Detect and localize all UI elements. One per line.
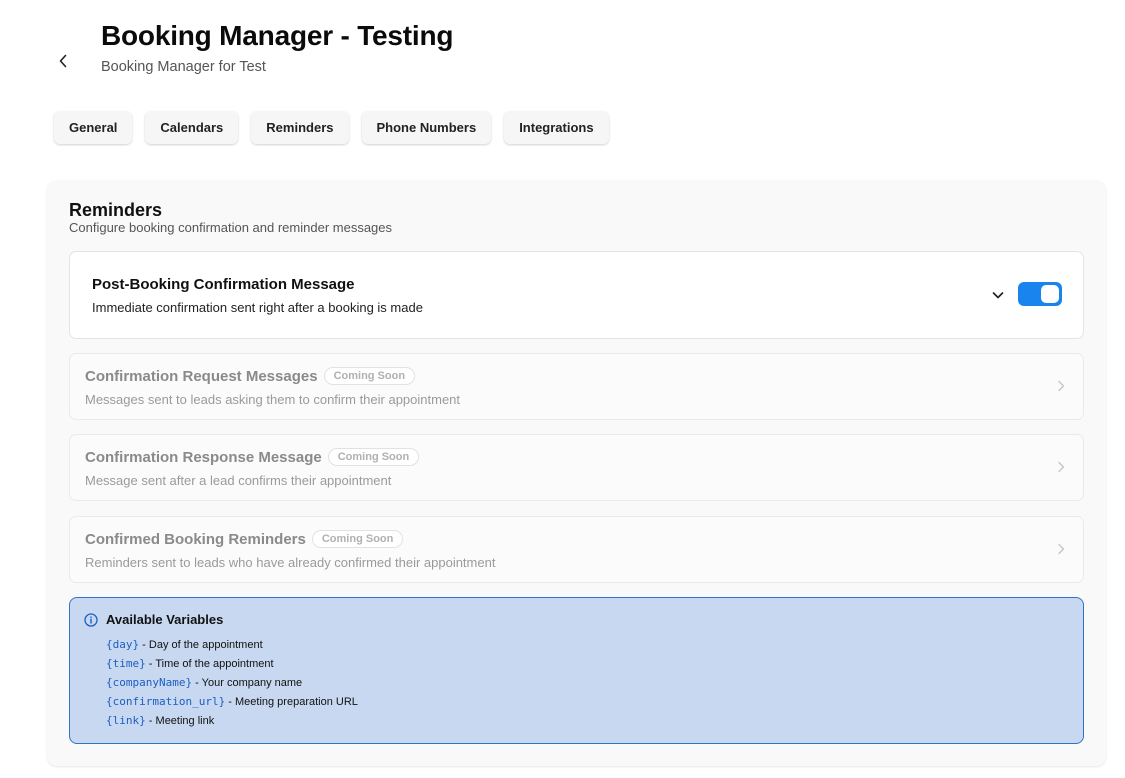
variables-header: Available Variables: [84, 612, 223, 627]
variable-description: - Day of the appointment: [139, 639, 263, 651]
available-variables-box: Available Variables {day} - Day of the a…: [69, 597, 1084, 744]
card-header: Confirmed Booking Reminders Coming Soon: [85, 530, 404, 548]
back-button[interactable]: [52, 50, 74, 72]
variable-description: - Meeting preparation URL: [225, 696, 358, 708]
variable-description: - Meeting link: [145, 715, 215, 727]
section-title: Reminders: [69, 200, 163, 220]
card-title: Confirmation Request Messages: [85, 367, 318, 385]
variables-list: {day} - Day of the appointment {time} - …: [106, 638, 358, 733]
post-booking-confirmation-card[interactable]: Post-Booking Confirmation Message Immedi…: [69, 251, 1084, 339]
card-description: Message sent after a lead confirms their…: [85, 473, 392, 488]
variable-description: - Your company name: [192, 677, 303, 689]
variable-item: {link} - Meeting link: [106, 714, 358, 733]
chevron-down-icon: [992, 292, 1004, 299]
tab-general[interactable]: General: [54, 111, 133, 144]
chevron-left-icon: [59, 54, 67, 68]
expand-button[interactable]: [990, 287, 1006, 303]
variable-name: {day}: [106, 638, 140, 651]
chevron-right-icon: [1058, 543, 1065, 555]
card-description: Reminders sent to leads who have already…: [85, 555, 496, 570]
enable-toggle[interactable]: [1018, 282, 1062, 306]
card-header: Confirmation Response Message Coming Soo…: [85, 448, 420, 466]
variable-description: - Time of the appointment: [145, 658, 274, 670]
page-title: Booking Manager - Testing: [101, 20, 454, 51]
card-description: Immediate confirmation sent right after …: [92, 300, 423, 315]
variable-name: {confirmation_url}: [106, 695, 226, 708]
card-description: Messages sent to leads asking them to co…: [85, 392, 461, 407]
card-title: Post-Booking Confirmation Message: [92, 276, 355, 293]
card-header: Confirmation Request Messages Coming Soo…: [85, 367, 416, 385]
tab-calendars[interactable]: Calendars: [145, 111, 239, 144]
tab-integrations[interactable]: Integrations: [504, 111, 609, 144]
variable-name: {companyName}: [106, 676, 193, 689]
coming-soon-badge: Coming Soon: [323, 367, 416, 385]
tab-bar: General Calendars Reminders Phone Number…: [54, 111, 609, 144]
chevron-right-icon: [1058, 461, 1065, 473]
tab-reminders[interactable]: Reminders: [251, 111, 349, 144]
variable-name: {time}: [106, 657, 146, 670]
card-title: Confirmed Booking Reminders: [85, 530, 306, 548]
section-description: Configure booking confirmation and remin…: [69, 220, 393, 235]
variable-name: {link}: [106, 714, 146, 727]
confirmed-booking-reminders-card[interactable]: Confirmed Booking Reminders Coming Soon …: [69, 516, 1084, 583]
info-icon: [84, 612, 98, 627]
page-subtitle: Booking Manager for Test: [101, 59, 266, 75]
variables-title: Available Variables: [106, 612, 224, 627]
confirmation-request-card[interactable]: Confirmation Request Messages Coming Soo…: [69, 353, 1084, 420]
chevron-right-icon: [1058, 380, 1065, 392]
variable-item: {time} - Time of the appointment: [106, 657, 358, 676]
variable-item: {confirmation_url} - Meeting preparation…: [106, 695, 358, 714]
coming-soon-badge: Coming Soon: [311, 530, 404, 548]
confirmation-response-card[interactable]: Confirmation Response Message Coming Soo…: [69, 434, 1084, 501]
reminders-panel: Reminders Configure booking confirmation…: [47, 180, 1106, 766]
toggle-knob: [1041, 285, 1059, 303]
coming-soon-badge: Coming Soon: [327, 448, 420, 466]
variable-item: {day} - Day of the appointment: [106, 638, 358, 657]
card-title: Confirmation Response Message: [85, 448, 322, 466]
variable-item: {companyName} - Your company name: [106, 676, 358, 695]
tab-phone-numbers[interactable]: Phone Numbers: [361, 111, 492, 144]
